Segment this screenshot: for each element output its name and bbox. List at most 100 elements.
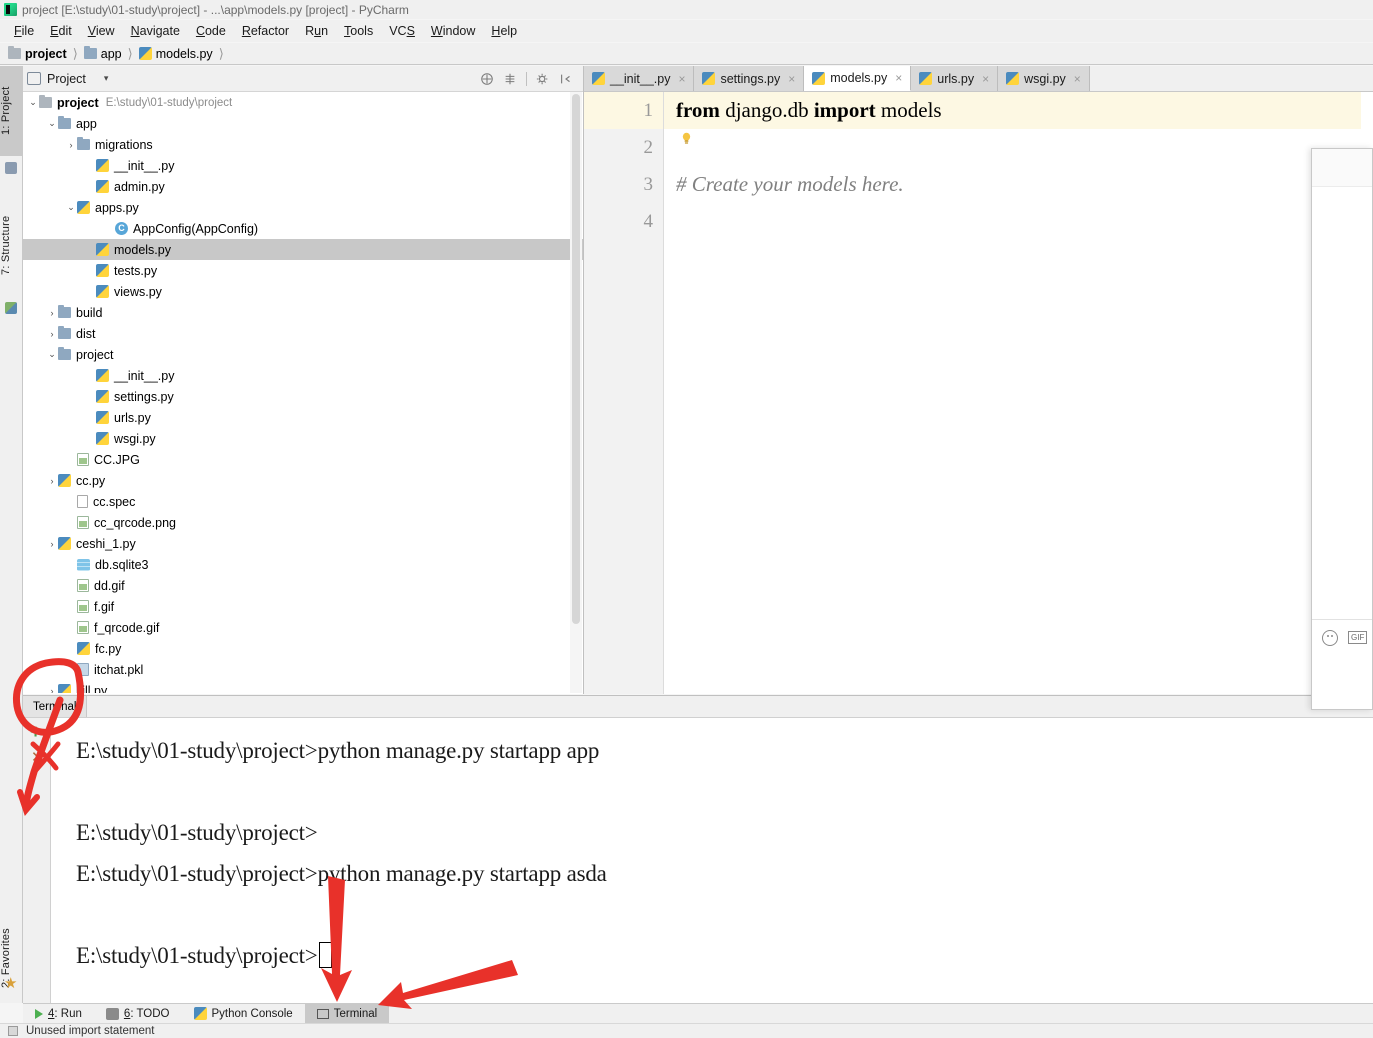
tree-row[interactable]: models.py	[23, 239, 583, 260]
menu-window[interactable]: Window	[423, 22, 483, 40]
tree-row[interactable]: itchat.pkl	[23, 659, 583, 680]
close-icon[interactable]: ×	[678, 72, 685, 86]
tree-row[interactable]: __init__.py	[23, 365, 583, 386]
tree-row[interactable]: › migrations	[23, 134, 583, 155]
tree-row[interactable]: cc_qrcode.png	[23, 512, 583, 533]
tree-row[interactable]: f_qrcode.gif	[23, 617, 583, 638]
close-icon[interactable]: ×	[788, 72, 795, 86]
terminal-session-tab[interactable]: Terminal	[23, 696, 88, 717]
tree-item-label: admin.py	[114, 179, 165, 194]
disclosure-triangle-icon[interactable]: ›	[46, 329, 58, 339]
close-icon[interactable]: ×	[895, 71, 902, 85]
folder-icon	[77, 137, 90, 150]
code-area[interactable]: 1 2 3 4 from django.db import models # Creat…	[584, 92, 1373, 694]
tree-row[interactable]: › build	[23, 302, 583, 323]
disclosure-triangle-icon[interactable]: ›	[46, 686, 58, 694]
menu-view[interactable]: View	[80, 22, 123, 40]
gif-icon[interactable]: GIF	[1348, 631, 1368, 644]
expand-selection-icon[interactable]	[503, 72, 517, 86]
breadcrumb-item-models[interactable]: models.py	[138, 47, 213, 61]
code-line[interactable]	[664, 203, 1373, 240]
chevron-down-icon[interactable]: ▾	[104, 73, 109, 84]
editor-tab-wsgi-py[interactable]: wsgi.py ×	[998, 66, 1090, 91]
disclosure-triangle-icon[interactable]: ›	[46, 476, 58, 486]
tree-row[interactable]: urls.py	[23, 407, 583, 428]
code-line[interactable]	[664, 129, 1373, 166]
editor-tab-settings-py[interactable]: settings.py ×	[694, 66, 805, 91]
status-bar: Unused import statement	[0, 1023, 1373, 1038]
plus-icon[interactable]: +	[30, 723, 41, 742]
menu-edit[interactable]: Edit	[42, 22, 80, 40]
disclosure-triangle-icon[interactable]: ›	[46, 308, 58, 318]
tree-row[interactable]: __init__.py	[23, 155, 583, 176]
menu-navigate[interactable]: Navigate	[123, 22, 188, 40]
disclosure-triangle-icon[interactable]: ⌄	[46, 118, 58, 129]
lightbulb-icon[interactable]	[681, 132, 692, 145]
tree-row[interactable]: ⌄ app	[23, 113, 583, 134]
menu-vcs[interactable]: VCS	[381, 22, 423, 40]
tree-row[interactable]: fc.py	[23, 638, 583, 659]
bottom-button-python-console[interactable]: Python Console	[182, 1004, 305, 1024]
breadcrumb-item-app[interactable]: app	[83, 46, 122, 61]
tree-row[interactable]: › dist	[23, 323, 583, 344]
tree-row[interactable]: dd.gif	[23, 575, 583, 596]
close-icon[interactable]: ×	[982, 72, 989, 86]
tree-row[interactable]: › ceshi_1.py	[23, 533, 583, 554]
close-icon[interactable]: ×	[1074, 72, 1081, 86]
menu-refactor[interactable]: Refactor	[234, 22, 297, 40]
tree-row[interactable]: tests.py	[23, 260, 583, 281]
tree-row[interactable]: f.gif	[23, 596, 583, 617]
emoji-icon[interactable]	[1322, 629, 1338, 646]
tree-row[interactable]: CC.JPG	[23, 449, 583, 470]
overlay-input-area[interactable]	[1312, 655, 1372, 709]
bottom-button-todo[interactable]: 6: TODO	[94, 1004, 182, 1024]
tree-row[interactable]: wsgi.py	[23, 428, 583, 449]
project-panel-scrollbar[interactable]	[570, 92, 582, 693]
menu-run[interactable]: Run	[297, 22, 336, 40]
disclosure-triangle-icon[interactable]: ›	[46, 539, 58, 549]
editor-tab-urls-py[interactable]: urls.py ×	[911, 66, 999, 91]
scrollbar-thumb[interactable]	[572, 94, 580, 624]
tree-row[interactable]: db.sqlite3	[23, 554, 583, 575]
terminal-tab-bar: Terminal	[23, 696, 1373, 718]
disclosure-triangle-icon[interactable]: ⌄	[27, 97, 39, 108]
sidebar-tab-favorites[interactable]: 2: Favorites	[0, 906, 23, 1011]
editor-tab-models-py[interactable]: models.py ×	[804, 66, 912, 91]
collapse-all-icon[interactable]	[480, 72, 494, 86]
tree-row[interactable]: C AppConfig(AppConfig)	[23, 218, 583, 239]
menu-code[interactable]: Code	[188, 22, 234, 40]
disclosure-triangle-icon[interactable]: ⌄	[65, 202, 77, 213]
tree-row[interactable]: ⌄ project E:\study\01-study\project	[23, 92, 583, 113]
code-line[interactable]: from django.db import models	[664, 92, 1373, 129]
tree-row[interactable]: views.py	[23, 281, 583, 302]
hide-panel-icon[interactable]	[559, 72, 573, 86]
disclosure-triangle-icon[interactable]: ›	[65, 140, 77, 150]
terminal-output[interactable]: E:\study\01-study\project>python manage.…	[52, 718, 1373, 1003]
sidebar-tab-structure[interactable]: 7: Structure	[0, 191, 23, 299]
sidebar-tab-project[interactable]: 1: Project	[0, 66, 23, 156]
editor-code-lines[interactable]: from django.db import models # Create you…	[664, 92, 1373, 694]
breadcrumb-item-project[interactable]: project	[8, 46, 67, 61]
chat-overlay-window[interactable]: GIF	[1311, 148, 1373, 710]
tree-row[interactable]: settings.py	[23, 386, 583, 407]
tree-row[interactable]: › kill.py	[23, 680, 583, 693]
menu-help[interactable]: Help	[483, 22, 525, 40]
tree-row[interactable]: admin.py	[23, 176, 583, 197]
tree-row[interactable]: › cc.py	[23, 470, 583, 491]
editor-gutter[interactable]: 1 2 3 4	[584, 92, 664, 694]
disclosure-triangle-icon[interactable]: ⌄	[46, 349, 58, 360]
close-icon[interactable]: ✕	[31, 750, 44, 765]
tree-row[interactable]: ⌄ apps.py	[23, 197, 583, 218]
bottom-button-run[interactable]: 4: Run	[23, 1004, 94, 1024]
editor-area: __init__.py × settings.py × models.py × urls.p…	[584, 66, 1373, 694]
tree-row[interactable]: cc.spec	[23, 491, 583, 512]
menu-file[interactable]: FFileile	[6, 22, 42, 40]
settings-gear-icon[interactable]	[536, 72, 550, 86]
code-line[interactable]: # Create your models here.	[664, 166, 1373, 203]
menu-tools[interactable]: Tools	[336, 22, 381, 40]
project-file-tree[interactable]: ⌄ project E:\study\01-study\project ⌄ app › mi…	[23, 92, 583, 693]
editor-tab--init-py[interactable]: __init__.py ×	[584, 66, 695, 91]
tree-row[interactable]: ⌄ project	[23, 344, 583, 365]
bottom-button-terminal[interactable]: Terminal	[304, 1003, 390, 1024]
